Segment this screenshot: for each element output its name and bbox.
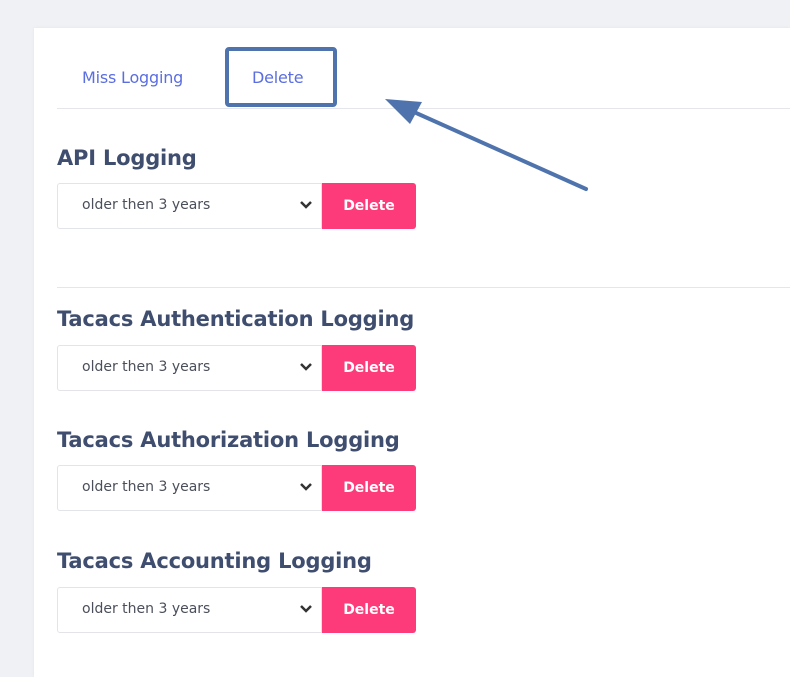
select-value: older then 3 years (82, 197, 211, 213)
section-divider (57, 287, 790, 288)
chevron-down-icon (300, 201, 312, 209)
section-title-api-logging: API Logging (57, 146, 197, 170)
tacacs-accounting-delete-button[interactable]: Delete (322, 587, 416, 633)
section-title-tacacs-authorization: Tacacs Authorization Logging (57, 428, 400, 452)
chevron-down-icon (300, 363, 312, 371)
api-logging-delete-button[interactable]: Delete (322, 183, 416, 229)
tacacs-accounting-age-select[interactable]: older then 3 years (57, 587, 322, 633)
select-value: older then 3 years (82, 479, 211, 495)
api-logging-age-select[interactable]: older then 3 years (57, 183, 322, 229)
tacacs-authentication-age-select[interactable]: older then 3 years (57, 345, 322, 391)
tacacs-authentication-delete-button[interactable]: Delete (322, 345, 416, 391)
section-title-tacacs-authentication: Tacacs Authentication Logging (57, 307, 415, 331)
tacacs-authorization-age-select[interactable]: older then 3 years (57, 465, 322, 511)
chevron-down-icon (300, 605, 312, 613)
annotation-arrow (385, 99, 588, 191)
chevron-down-icon (300, 483, 312, 491)
select-value: older then 3 years (82, 601, 211, 617)
section-title-tacacs-accounting: Tacacs Accounting Logging (57, 549, 372, 573)
tacacs-authorization-delete-button[interactable]: Delete (322, 465, 416, 511)
select-value: older then 3 years (82, 359, 211, 375)
